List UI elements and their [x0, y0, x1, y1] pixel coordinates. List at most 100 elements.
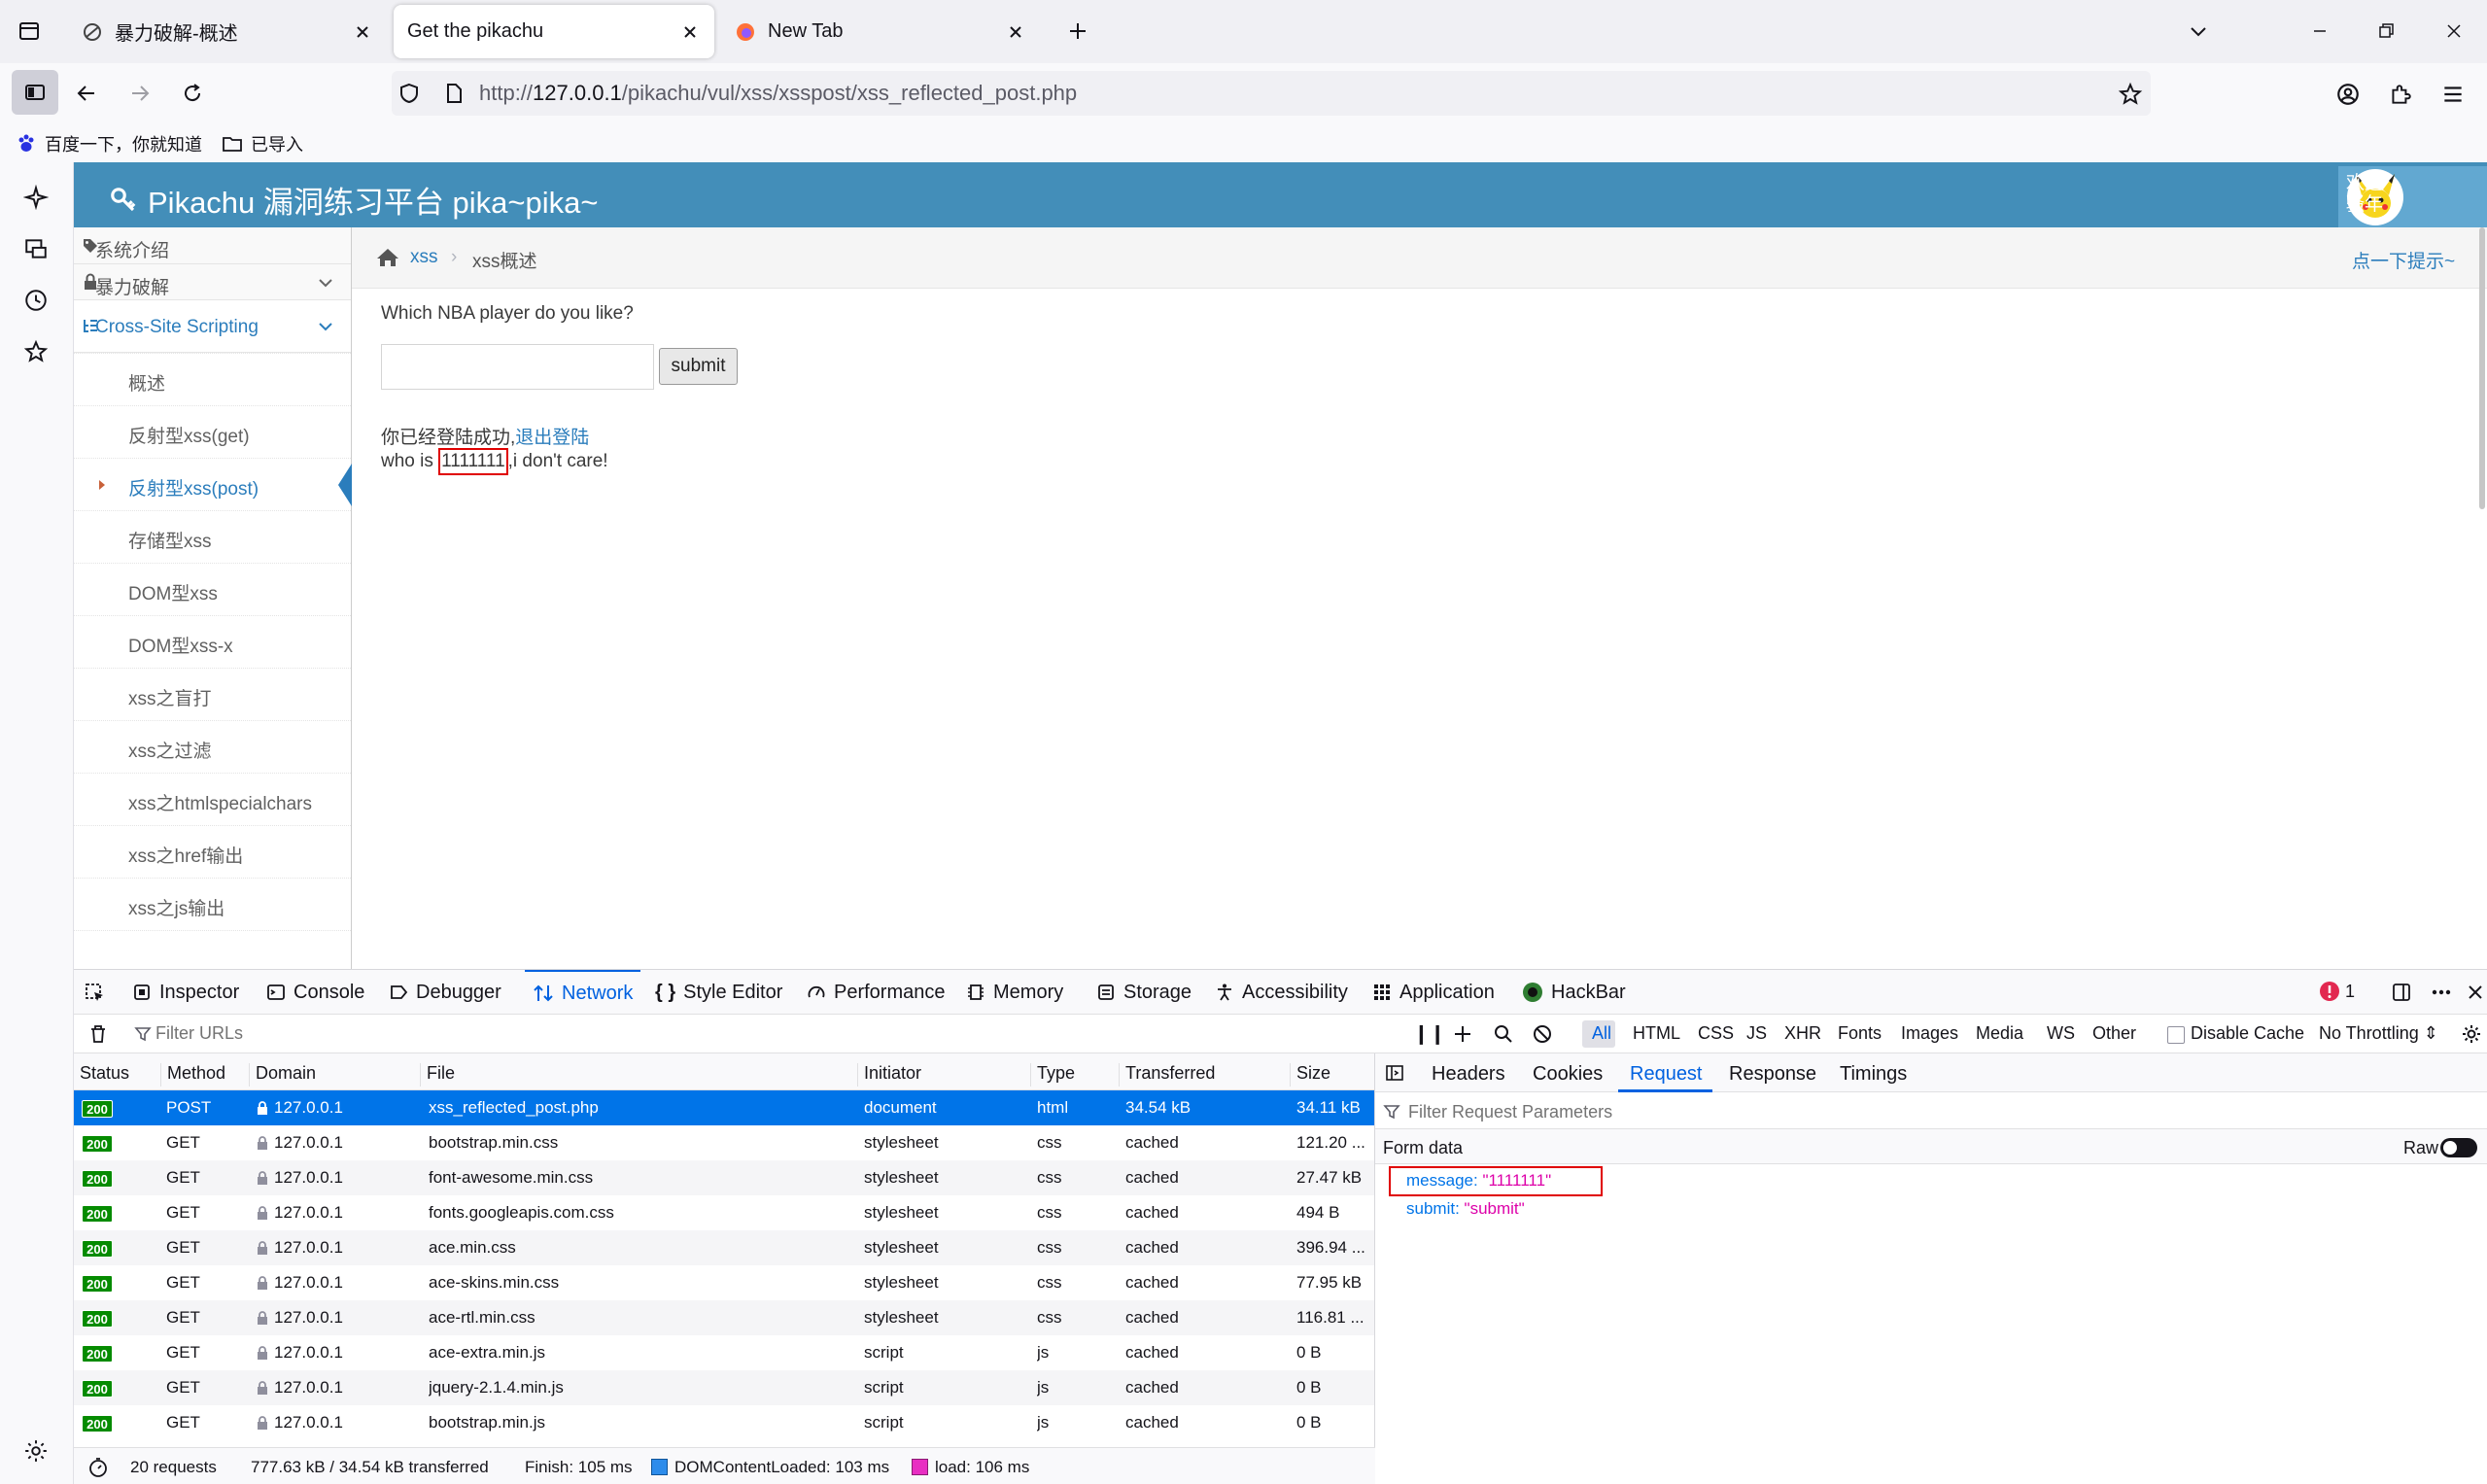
raw-toggle[interactable]	[2440, 1138, 2477, 1157]
dock-side-icon[interactable]	[2391, 982, 2412, 1003]
logout-link[interactable]: 退出登陆	[515, 428, 589, 448]
nav-sub-htmlspecialchars[interactable]: xss之htmlspecialchars	[74, 773, 351, 825]
devtools-tab-application[interactable]: Application	[1372, 970, 1495, 1015]
pause-icon[interactable]: ❙❙	[1413, 1021, 1446, 1046]
type-filter-images[interactable]: Images	[1901, 1023, 1958, 1044]
more-options-icon[interactable]	[2430, 982, 2453, 1003]
nav-sub-dom[interactable]: DOM型xss	[74, 563, 351, 615]
site-title[interactable]: Pikachu 漏洞练习平台 pika~pika~	[109, 178, 598, 222]
column-header[interactable]: Type	[1030, 1063, 1075, 1087]
nav-xss[interactable]: Cross-Site Scripting	[74, 300, 351, 353]
details-tab-headers[interactable]: Headers	[1432, 1063, 1505, 1086]
devtools-tab-storage[interactable]: Storage	[1096, 970, 1192, 1015]
details-tab-cookies[interactable]: Cookies	[1533, 1063, 1603, 1086]
submit-button[interactable]: submit	[659, 348, 738, 385]
devtools-tab-inspector[interactable]: Inspector	[132, 970, 239, 1015]
error-counter[interactable]: 1	[2319, 981, 2355, 1002]
close-window-icon[interactable]	[2442, 19, 2466, 43]
devtools-tab-accessibility[interactable]: Accessibility	[1215, 970, 1348, 1015]
column-header[interactable]: Transferred	[1119, 1063, 1215, 1087]
bookmark-baidu[interactable]: 百度一下，你就知道	[16, 131, 202, 156]
bookmarks-star-icon[interactable]	[23, 339, 49, 364]
search-icon[interactable]	[1493, 1023, 1514, 1045]
form-param-submit[interactable]: submit: "submit"	[1406, 1199, 1525, 1219]
ai-sparkle-icon[interactable]	[23, 185, 49, 210]
tab-get-pikachu[interactable]: Get the pikachu	[394, 5, 714, 58]
column-header[interactable]: Size	[1290, 1063, 1330, 1087]
nav-sub-js[interactable]: xss之js输出	[74, 878, 351, 930]
page-scrollbar[interactable]	[2479, 227, 2485, 509]
restore-icon[interactable]	[2374, 19, 2398, 43]
disable-cache-checkbox[interactable]	[2167, 1026, 2185, 1044]
table-row[interactable]: 200 GET 127.0.0.1 ace-extra.min.js script js c…	[74, 1335, 1374, 1370]
table-row[interactable]: 200 GET 127.0.0.1 font-awesome.min.css style…	[74, 1160, 1374, 1195]
filter-params-input[interactable]: Filter Request Parameters	[1408, 1102, 1612, 1122]
table-row[interactable]: 200 GET 127.0.0.1 ace.min.css stylesheet css c…	[74, 1230, 1374, 1265]
nav-sub-extra[interactable]	[74, 930, 351, 969]
type-filter-js[interactable]: JS	[1746, 1023, 1767, 1044]
trash-icon[interactable]	[87, 1023, 109, 1045]
synced-tabs-icon[interactable]	[23, 236, 49, 261]
close-devtools-icon[interactable]	[2465, 982, 2486, 1003]
type-filter-fonts[interactable]: Fonts	[1838, 1023, 1882, 1044]
nav-sub-overview[interactable]: 概述	[74, 353, 351, 405]
tab-overview-icon[interactable]	[17, 19, 41, 43]
tab-brute[interactable]: 暴力破解-概述	[68, 5, 387, 58]
settings-gear-icon[interactable]	[23, 1438, 49, 1464]
new-tab-plus-icon[interactable]	[1066, 19, 1089, 43]
player-input[interactable]	[381, 344, 654, 390]
list-all-tabs-chevron-icon[interactable]	[2187, 19, 2210, 43]
table-row[interactable]: 200 GET 127.0.0.1 jquery-2.1.4.min.js script…	[74, 1370, 1374, 1405]
minimize-icon[interactable]	[2308, 19, 2332, 43]
type-filter-other[interactable]: Other	[2092, 1023, 2136, 1044]
details-tab-response[interactable]: Response	[1729, 1063, 1816, 1086]
history-clock-icon[interactable]	[23, 288, 49, 313]
stopwatch-icon[interactable]	[87, 1457, 109, 1478]
extensions-puzzle-icon[interactable]	[2388, 82, 2413, 107]
nav-sub-stored[interactable]: 存储型xss	[74, 510, 351, 563]
column-header[interactable]: Method	[160, 1063, 225, 1087]
filter-params-bar[interactable]: Filter Request Parameters	[1375, 1092, 2487, 1129]
nav-sub-reflected-get[interactable]: 反射型xss(get)	[74, 405, 351, 458]
type-filter-html[interactable]: HTML	[1633, 1023, 1680, 1044]
filter-urls-input[interactable]: Filter URLs	[155, 1023, 243, 1044]
block-icon[interactable]	[1532, 1023, 1553, 1045]
bookmark-star-icon[interactable]	[2118, 82, 2143, 107]
network-settings-gear-icon[interactable]	[2461, 1023, 2482, 1045]
nav-sub-filter[interactable]: xss之过滤	[74, 720, 351, 773]
table-row[interactable]: 200 GET 127.0.0.1 ace-rtl.min.css stylesheet…	[74, 1300, 1374, 1335]
table-row[interactable]: 200 POST 127.0.0.1 xss_reflected_post.php do…	[74, 1090, 1374, 1125]
close-tab-icon[interactable]	[352, 21, 373, 43]
type-filter-css[interactable]: CSS	[1698, 1023, 1734, 1044]
type-filter-ws[interactable]: WS	[2047, 1023, 2075, 1044]
devtools-tab-memory[interactable]: Memory	[966, 970, 1063, 1015]
form-param-message[interactable]: message: "1111111"	[1406, 1171, 1551, 1191]
plus-icon[interactable]	[1452, 1023, 1473, 1045]
table-row[interactable]: 200 GET 127.0.0.1 bootstrap.min.js script js c…	[74, 1405, 1374, 1440]
hint-link[interactable]: 点一下提示~	[2352, 247, 2455, 273]
column-header[interactable]: Initiator	[857, 1063, 921, 1087]
reload-icon[interactable]	[181, 82, 204, 105]
type-filter-all[interactable]: All	[1592, 1023, 1611, 1044]
type-filter-xhr[interactable]: XHR	[1784, 1023, 1821, 1044]
column-header[interactable]: File	[420, 1063, 455, 1087]
devtools-tab-console[interactable]: Console	[266, 970, 364, 1015]
forward-arrow-icon[interactable]	[128, 82, 152, 105]
nav-brute-force[interactable]: 暴力破解	[74, 264, 351, 300]
devtools-tab-performance[interactable]: Performance	[807, 970, 946, 1015]
nav-sub-dom-x[interactable]: DOM型xss-x	[74, 615, 351, 668]
close-tab-icon[interactable]	[679, 21, 701, 43]
nav-sub-reflected-post[interactable]: 反射型xss(post)	[74, 458, 352, 510]
home-icon[interactable]	[375, 247, 400, 268]
page-icon[interactable]	[442, 82, 466, 105]
throttling-select[interactable]: No Throttling ⇕	[2319, 1023, 2438, 1044]
sidebar-toggle-button[interactable]	[12, 70, 58, 115]
nav-sys-intro[interactable]: 系统介绍	[74, 227, 351, 264]
close-tab-icon[interactable]	[1005, 21, 1026, 43]
toggle-panel-icon[interactable]	[1385, 1063, 1404, 1083]
details-tab-timings[interactable]: Timings	[1840, 1063, 1907, 1086]
table-row[interactable]: 200 GET 127.0.0.1 bootstrap.min.css styleshe…	[74, 1125, 1374, 1160]
shield-icon[interactable]	[397, 82, 421, 105]
details-tab-request[interactable]: Request	[1630, 1063, 1703, 1086]
devtools-tab-style-editor[interactable]: { } Style Editor	[655, 970, 782, 1015]
